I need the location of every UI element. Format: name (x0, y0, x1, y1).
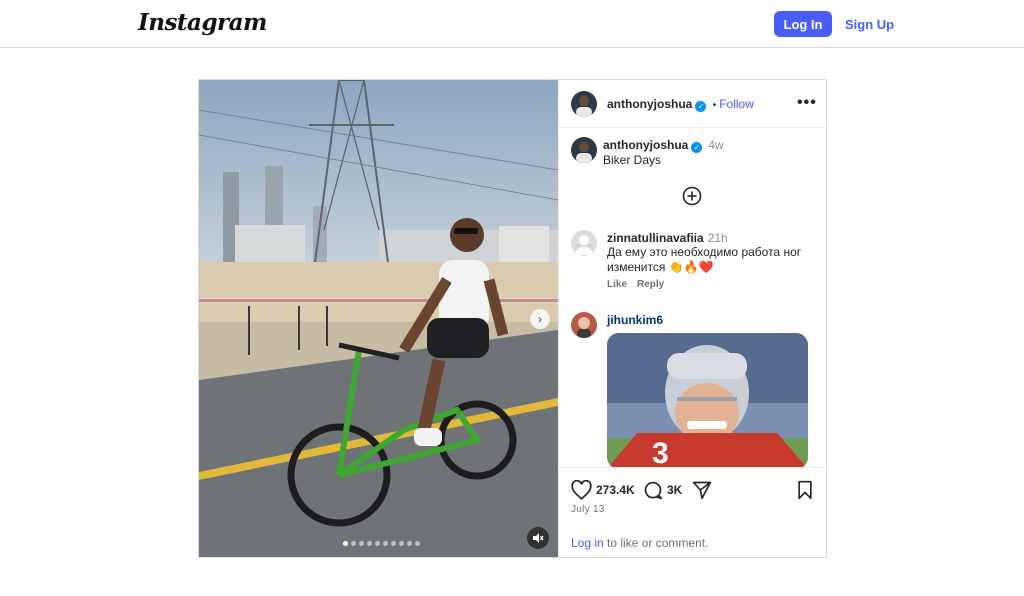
comment-username[interactable]: jihunkim6 (607, 313, 663, 327)
caption-text: Biker Days (603, 153, 662, 167)
add-circle-icon[interactable] (682, 186, 702, 206)
post-photo (199, 80, 558, 557)
top-bar: Instagram Log In Sign Up (0, 0, 1024, 48)
login-button[interactable]: Log In (774, 11, 832, 37)
comment-reply-button[interactable]: Reply (637, 279, 664, 290)
comment-like-button[interactable]: Like (607, 279, 627, 290)
chevron-right-icon: › (538, 312, 542, 326)
post-date[interactable]: July 13 (571, 504, 605, 515)
pagination-dot (375, 541, 380, 546)
post-side-panel: anthonyjoshua ✓ • Follow ••• anthonyjoshua… (558, 80, 827, 557)
pagination-dot (407, 541, 412, 546)
pagination-dot (367, 541, 372, 546)
pagination-dot (343, 541, 348, 546)
login-link[interactable]: Log in (571, 536, 604, 550)
comment-avatar-image (577, 317, 591, 338)
comment-actions: Like Reply (607, 279, 664, 290)
login-prompt: Log in to like or comment. (571, 536, 708, 550)
comment-action: 3K (643, 480, 682, 500)
media-pagination (343, 541, 420, 546)
post-actions-section: 273.4K 3K July 13 Log in to like or comm… (559, 467, 827, 557)
separator-dot: • (712, 100, 717, 111)
author-avatar[interactable] (571, 91, 597, 117)
pagination-dot (359, 541, 364, 546)
comment-time[interactable]: 21h (708, 231, 728, 245)
post-header: anthonyjoshua ✓ • Follow ••• (559, 80, 827, 128)
post-header-user: anthonyjoshua ✓ • Follow (607, 97, 754, 112)
mute-icon (533, 533, 544, 543)
comment-avatar[interactable] (571, 312, 597, 338)
bookmark-icon[interactable] (796, 480, 814, 500)
pagination-dot (399, 541, 404, 546)
comment-username[interactable]: zinnatullinavafiia (607, 231, 704, 245)
comment-icon[interactable] (643, 480, 663, 500)
pagination-dot (383, 541, 388, 546)
author-username[interactable]: anthonyjoshua (607, 97, 692, 111)
verified-icon: ✓ (695, 101, 707, 112)
next-media-button[interactable]: › (530, 309, 550, 329)
caption-avatar-image (576, 142, 592, 163)
post-media[interactable]: › (199, 80, 558, 557)
comment-avatar[interactable] (571, 230, 597, 256)
login-prompt-text: to like or comment. (603, 536, 709, 550)
verified-icon: ✓ (691, 142, 703, 153)
caption-header: anthonyjoshua ✓ 4w (603, 138, 724, 153)
gif-image: 3 (607, 333, 808, 467)
comment-count[interactable]: 3K (667, 483, 682, 497)
signup-link[interactable]: Sign Up (845, 17, 894, 32)
like-action: 273.4K (571, 480, 635, 500)
like-count[interactable]: 273.4K (596, 483, 635, 497)
more-icon[interactable]: ••• (797, 94, 817, 112)
caption-username[interactable]: anthonyjoshua (603, 138, 688, 152)
comment-text: Да ему это необходимо работа ног изменит… (607, 245, 802, 274)
pagination-dot (415, 541, 420, 546)
author-avatar-image (576, 96, 592, 117)
share-icon[interactable] (692, 480, 712, 500)
caption-time[interactable]: 4w (708, 138, 723, 152)
comment-header: zinnatullinavafiia 21h (607, 231, 728, 245)
post-card: › anthonyjoshua ✓ • Follow ••• anthonyjo… (198, 79, 827, 558)
heart-icon[interactable] (571, 480, 592, 500)
follow-button[interactable]: Follow (719, 97, 754, 111)
caption-avatar[interactable] (571, 137, 597, 163)
comments-section: anthonyjoshua ✓ 4w Biker Days zinnatullina… (559, 128, 827, 467)
comment-gif[interactable]: 3 (607, 333, 808, 467)
instagram-logo[interactable]: Instagram (138, 9, 267, 36)
pagination-dot (391, 541, 396, 546)
default-avatar-icon (575, 235, 593, 255)
svg-text:3: 3 (652, 437, 669, 467)
pagination-dot (351, 541, 356, 546)
comment-header: jihunkim6 (607, 313, 663, 327)
mute-button[interactable] (527, 527, 549, 549)
